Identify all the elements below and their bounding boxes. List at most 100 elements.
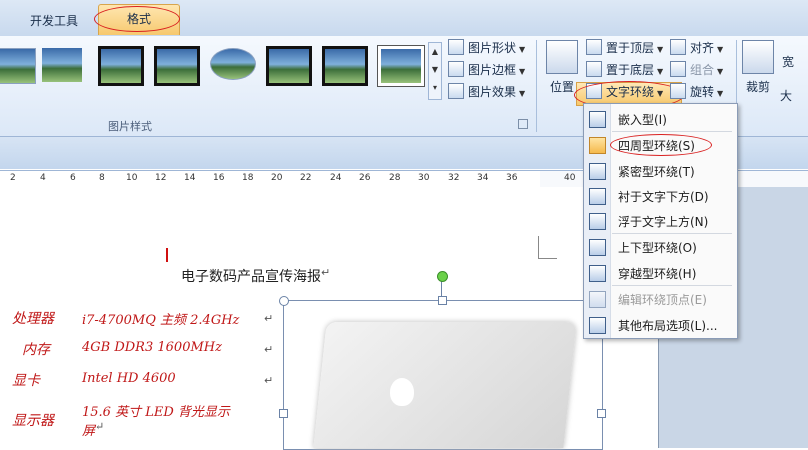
menu-item-label: 上下型环绕(O) [618,241,697,255]
gallery-scroll[interactable]: ▲ ▼ ▾ [428,42,442,100]
behind-text-icon [589,188,606,205]
menu-item-through[interactable]: 穿越型环绕(H) [584,260,737,285]
dropdown-arrow-icon: ▼ [717,67,724,76]
menu-item-in-front-of-text[interactable]: 浮于文字上方(N) [584,208,737,233]
picture-shape-icon [448,39,464,55]
group-button[interactable]: 组合 ▼ [670,60,723,80]
spec-label-cpu[interactable]: 处理器 [12,308,54,328]
group-separator [536,40,537,132]
dropdown-arrow-icon: ▼ [717,89,724,98]
ruler-tick: 32 [448,173,460,183]
picture-effects-label: 图片效果 [468,85,517,99]
picture-style-thumb[interactable] [266,46,312,86]
ruler-tick: 6 [70,173,76,183]
dialog-launcher-icon[interactable] [518,119,528,129]
ruler-tick: 20 [271,173,283,183]
menu-item-top-bottom[interactable]: 上下型环绕(O) [584,234,737,259]
crop-button[interactable]: 裁剪 [742,40,774,95]
resize-handle[interactable] [597,409,606,418]
picture-effects-button[interactable]: 图片效果 ▼ [448,82,525,102]
align-button[interactable]: 对齐 ▼ [670,38,723,58]
picture-style-thumb[interactable] [0,48,36,84]
menu-item-label: 浮于文字上方(N) [618,215,709,229]
annotation-oval-format-tab [94,6,180,32]
paragraph-mark: ↵ [321,266,331,279]
front-of-text-icon [589,213,606,230]
menu-item-label: 其他布局选项(L)... [618,319,718,333]
picture-shape-button[interactable]: 图片形状 ▼ [448,38,525,58]
laptop-image [313,322,577,448]
bring-to-front-button[interactable]: 置于顶层 ▼ [586,38,663,58]
picture-style-thumb[interactable] [154,46,200,86]
menu-item-behind-text[interactable]: 衬于文字下方(D) [584,183,737,208]
spec-value-gpu[interactable]: Intel HD 4600 [82,371,176,386]
ruler-tick: 40 [564,173,576,183]
spec-label-gpu[interactable]: 显卡 [12,370,40,390]
inline-wrap-icon [589,111,606,128]
ruler-tick: 14 [184,173,196,183]
spec-label-display[interactable]: 显示器 [12,410,54,430]
ruler-tick: 26 [359,173,371,183]
bring-front-label: 置于顶层 [606,41,655,55]
group-icon [670,61,686,77]
spec-continuation-text: 屏 [82,424,96,439]
position-button[interactable]: 位置 [544,40,580,95]
paragraph-mark: ↵ [264,374,274,387]
picture-styles-group-label: 图片样式 [108,120,152,133]
gallery-down-icon[interactable]: ▼ [429,61,441,79]
document-title[interactable]: 电子数码产品宣传海报 ↵ [181,266,330,286]
picture-effects-icon [448,83,464,99]
send-to-back-button[interactable]: 置于底层 ▼ [586,60,663,80]
size-partial: 大 [780,86,792,106]
gallery-up-icon[interactable]: ▲ [429,43,441,61]
square-wrap-icon [589,137,606,154]
ruler-tick: 10 [126,173,138,183]
picture-border-button[interactable]: 图片边框 ▼ [448,60,525,80]
picture-style-thumb[interactable] [377,45,425,87]
ruler-tick: 12 [155,173,167,183]
position-icon [546,40,578,74]
crop-icon [742,40,774,74]
dropdown-arrow-icon: ▼ [519,89,526,98]
spec-value-cpu[interactable]: i7-4700MQ 主频 2.4GHz [82,309,239,328]
tight-wrap-icon [589,163,606,180]
spec-value-memory[interactable]: 4GB DDR3 1600MHz [82,340,222,355]
spec-label-memory[interactable]: 内存 [22,339,50,359]
picture-border-icon [448,61,464,77]
resize-handle[interactable] [279,409,288,418]
ruler-tick: 4 [40,173,46,183]
crop-label: 裁剪 [745,80,770,94]
resize-handle[interactable] [279,296,289,306]
picture-style-thumb[interactable] [210,48,256,80]
picture-style-thumb[interactable] [98,46,144,86]
menu-item-tight[interactable]: 紧密型环绕(T) [584,158,737,183]
dropdown-arrow-icon: ▼ [519,45,526,54]
rotate-label: 旋转 [690,85,715,99]
through-wrap-icon [589,265,606,282]
gallery-more-icon[interactable]: ▾ [429,79,441,97]
menu-item-more-layout-options[interactable]: 其他布局选项(L)... [584,312,737,337]
width-field-partial[interactable]: 宽 [782,52,794,72]
menu-item-edit-wrap-points: 编辑环绕顶点(E) [584,286,737,311]
rotate-button[interactable]: 旋转 ▼ [670,82,723,102]
tab-developer-tools[interactable]: 开发工具 [30,10,78,32]
align-label: 对齐 [690,41,715,55]
group-label: 组合 [690,63,715,77]
menu-item-inline[interactable]: 嵌入型(I) [584,106,737,131]
align-icon [670,39,686,55]
menu-item-label: 穿越型环绕(H) [618,267,697,281]
spec-value-display[interactable]: 15.6 英寸 LED 背光显示 [82,401,230,420]
picture-style-thumb[interactable] [42,48,82,82]
ruler-tick: 8 [99,173,105,183]
paragraph-mark: ↵ [264,312,274,325]
rotation-handle[interactable] [437,271,448,282]
spec-value-display-cont[interactable]: 屏 ↵ [82,420,104,439]
document-title-text: 电子数码产品宣传海报 [181,269,321,285]
resize-handle[interactable] [438,296,447,305]
width-label: 宽 [782,55,795,69]
rotate-icon [670,83,686,99]
layout-options-icon [589,317,606,334]
picture-style-thumb[interactable] [322,46,368,86]
ruler-tick: 28 [389,173,401,183]
dropdown-arrow-icon: ▼ [717,45,724,54]
